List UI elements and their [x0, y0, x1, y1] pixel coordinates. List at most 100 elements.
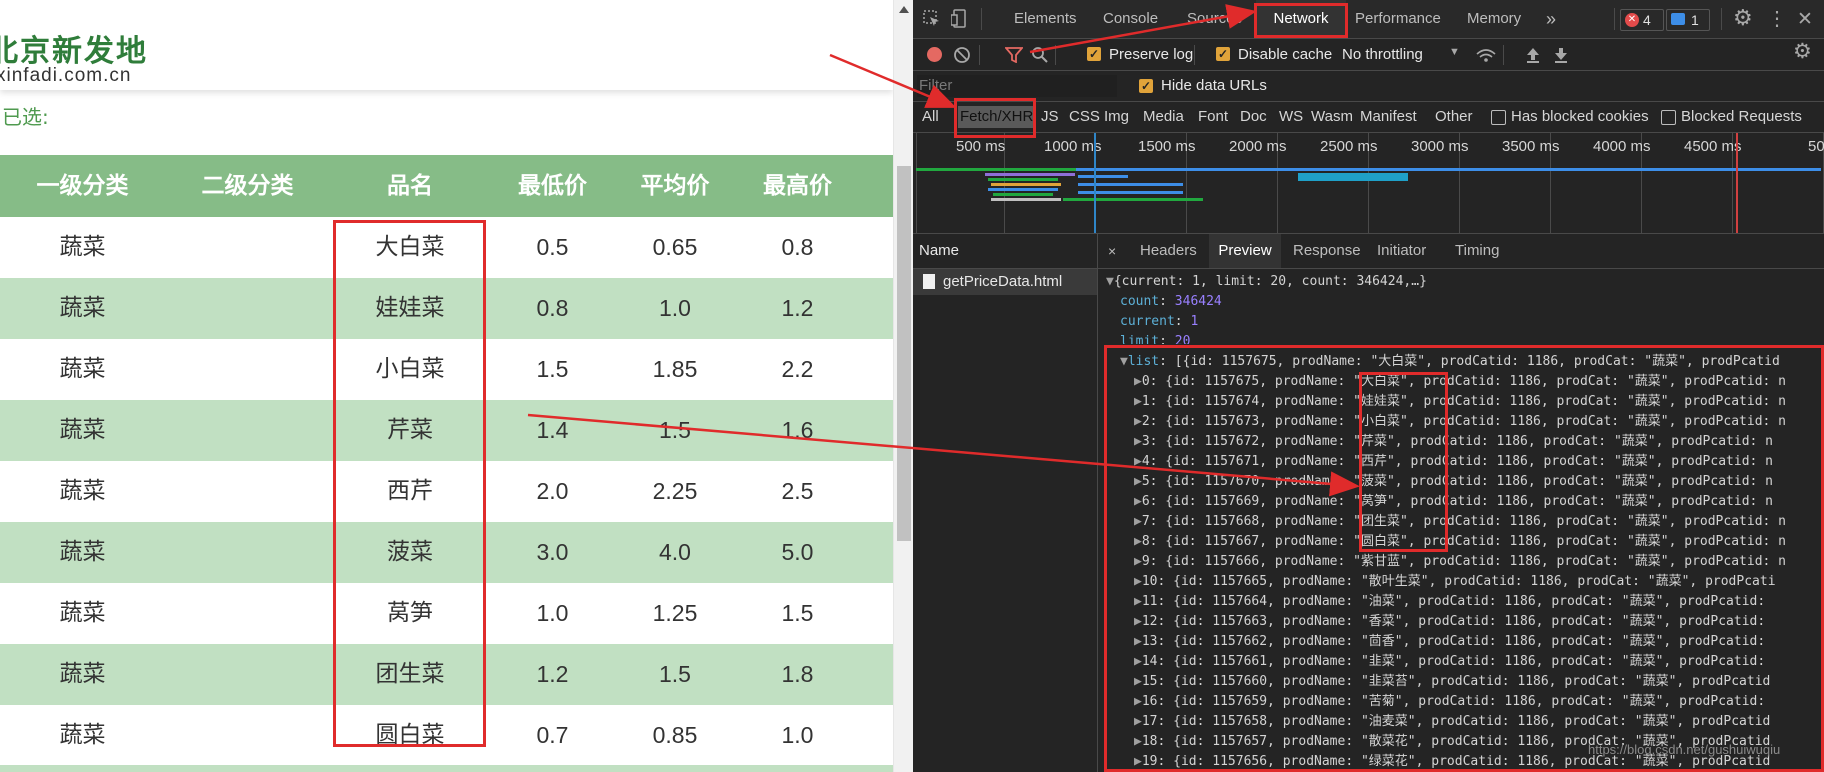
- scrollbar-thumb[interactable]: [897, 166, 911, 541]
- table-cell: 1.5: [659, 417, 691, 443]
- tab-elements[interactable]: Elements: [1014, 0, 1077, 38]
- type-filter-all[interactable]: All: [922, 102, 939, 132]
- waterfall-bar: [991, 198, 1061, 201]
- tab-preview[interactable]: Preview: [1209, 234, 1281, 268]
- filter-input[interactable]: Filter: [917, 75, 1117, 97]
- table-cell: 蔬菜: [59, 356, 106, 382]
- toolbar-divider: [1503, 45, 1504, 65]
- settings-gear-icon[interactable]: ⚙: [1733, 5, 1753, 31]
- inspect-element-icon[interactable]: [923, 10, 941, 28]
- close-detail-icon[interactable]: ×: [1108, 234, 1116, 268]
- network-toolbar: ✓ Preserve log ✓ Disable cache No thrott…: [913, 39, 1824, 71]
- filter-funnel-icon[interactable]: [1005, 47, 1023, 63]
- type-filter-font[interactable]: Font: [1198, 102, 1228, 132]
- tab-headers[interactable]: Headers: [1140, 234, 1197, 268]
- waterfall-bar: [1063, 198, 1203, 201]
- import-har-icon[interactable]: [1525, 46, 1541, 64]
- type-filter-doc[interactable]: Doc: [1240, 102, 1267, 132]
- site-logo[interactable]: 北京新发地: [0, 26, 148, 70]
- record-stop-icon[interactable]: [927, 47, 942, 62]
- clear-log-icon[interactable]: [953, 46, 971, 64]
- device-toolbar-icon[interactable]: [951, 9, 969, 29]
- table-cell: 2.5: [781, 478, 814, 504]
- timeline-tick: 4000 ms: [1593, 138, 1651, 155]
- table-cell: 1.2: [781, 295, 814, 321]
- timeline-tick: 500 ms: [956, 138, 1006, 155]
- table-cell: 蔬菜: [59, 722, 106, 748]
- disable-cache-label: Disable cache: [1238, 46, 1333, 63]
- highlight-box-network-tab: [1254, 3, 1348, 38]
- type-filter-img[interactable]: Img: [1104, 102, 1129, 132]
- throttling-select[interactable]: No throttling: [1342, 39, 1423, 70]
- message-count: 1: [1691, 12, 1699, 28]
- search-icon[interactable]: [1031, 46, 1049, 64]
- close-devtools-icon[interactable]: ✕: [1797, 8, 1813, 31]
- table-cell: 4.0: [659, 539, 691, 565]
- table-cell: [165, 705, 330, 766]
- tab-sources[interactable]: Sources: [1187, 0, 1242, 38]
- export-har-icon[interactable]: [1553, 46, 1569, 64]
- more-tabs-button[interactable]: »: [1546, 0, 1556, 38]
- request-name: getPriceData.html: [943, 273, 1063, 290]
- has-blocked-cookies-checkbox[interactable]: [1491, 110, 1506, 125]
- message-counter-button[interactable]: 1: [1666, 9, 1710, 31]
- network-conditions-icon[interactable]: [1475, 46, 1497, 64]
- toolbar-divider: [979, 45, 980, 65]
- request-row-getpricedata[interactable]: getPriceData.html: [913, 269, 1097, 295]
- toolbar-divider: [1194, 45, 1195, 65]
- table-cell: 1.4: [536, 417, 569, 443]
- name-column-header[interactable]: Name: [913, 234, 1097, 269]
- type-filter-other[interactable]: Other: [1435, 102, 1473, 132]
- highlight-box-product-names: [333, 220, 486, 747]
- type-filter-js[interactable]: JS: [1041, 102, 1059, 132]
- table-cell: 蔬菜: [59, 661, 106, 687]
- blocked-requests-checkbox[interactable]: [1661, 110, 1676, 125]
- preserve-log-checkbox[interactable]: ✓: [1087, 47, 1101, 61]
- chevron-down-icon[interactable]: ▼: [1449, 46, 1460, 58]
- tab-initiator[interactable]: Initiator: [1377, 234, 1426, 268]
- type-filter-ws[interactable]: WS: [1279, 102, 1303, 132]
- table-cell: [165, 522, 330, 583]
- disable-cache-checkbox[interactable]: ✓: [1216, 47, 1230, 61]
- table-cell: [165, 583, 330, 644]
- tab-performance[interactable]: Performance: [1355, 0, 1441, 38]
- table-cell: [165, 400, 330, 461]
- table-cell: 蔬菜: [59, 295, 106, 321]
- table-cell: 1.0: [781, 722, 814, 748]
- timeline-tick: 2000 ms: [1229, 138, 1287, 155]
- type-filter-media[interactable]: Media: [1143, 102, 1184, 132]
- table-cell: 1.0: [659, 295, 691, 321]
- toolbar-divider: [1721, 8, 1722, 30]
- more-options-icon[interactable]: ⋮: [1767, 6, 1787, 31]
- timeline-tick: 3000 ms: [1411, 138, 1469, 155]
- preserve-log-label: Preserve log: [1109, 46, 1194, 63]
- table-cell: 1.5: [659, 661, 691, 687]
- timeline-tick: 2500 ms: [1320, 138, 1378, 155]
- hide-data-urls-checkbox[interactable]: ✓: [1139, 79, 1153, 93]
- page-scrollbar[interactable]: [893, 0, 913, 772]
- table-cell: 2.2: [781, 356, 814, 382]
- scroll-up-arrow-icon[interactable]: [899, 6, 909, 13]
- load-event-marker: [1736, 133, 1738, 233]
- column-header: 品名: [387, 173, 433, 199]
- tab-memory[interactable]: Memory: [1467, 0, 1521, 38]
- table-cell: 0.85: [652, 722, 698, 748]
- error-counter-button[interactable]: ✕ 4: [1620, 9, 1664, 31]
- table-cell: 蔬菜: [59, 539, 106, 565]
- type-filter-wasm[interactable]: Wasm: [1311, 102, 1353, 132]
- table-cell: 1.85: [652, 356, 698, 382]
- resource-type-filter-bar: All Fetch/XHR JS CSS Img Media Font Doc …: [913, 102, 1824, 133]
- message-icon: [1671, 13, 1685, 25]
- toolbar-divider: [1614, 8, 1615, 30]
- type-filter-manifest[interactable]: Manifest: [1360, 102, 1417, 132]
- blocked-requests-label: Blocked Requests: [1681, 108, 1802, 125]
- type-filter-css[interactable]: CSS: [1069, 102, 1100, 132]
- json-summary-line[interactable]: ▼{current: 1, limit: 20, count: 346424,……: [1106, 272, 1824, 292]
- tab-timing[interactable]: Timing: [1455, 234, 1499, 268]
- toolbar-divider: [1055, 45, 1056, 65]
- table-cell: 1.8: [781, 661, 814, 687]
- tab-console[interactable]: Console: [1103, 0, 1158, 38]
- network-settings-gear-icon[interactable]: ⚙: [1793, 39, 1812, 64]
- tab-response[interactable]: Response: [1293, 234, 1361, 268]
- network-waterfall-overview[interactable]: 500 ms 1000 ms 1500 ms 2000 ms 2500 ms 3…: [913, 133, 1824, 234]
